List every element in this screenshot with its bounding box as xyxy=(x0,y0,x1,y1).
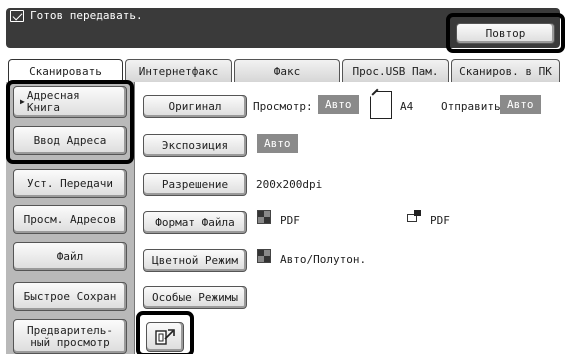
file-format-value-color: PDF xyxy=(280,214,300,227)
original-button[interactable]: Оригинал xyxy=(143,95,247,118)
mono-format-icon xyxy=(407,210,421,222)
file-format-button[interactable]: Формат Файла xyxy=(143,211,247,234)
address-book-label: Адресная Книга xyxy=(26,89,80,114)
file-button[interactable]: Файл xyxy=(13,242,127,271)
preview-label-line2: ный просмотр xyxy=(30,335,110,349)
repeat-button[interactable]: Повтор xyxy=(456,23,555,44)
send-settings-button[interactable]: Уст. Передачи xyxy=(13,169,127,198)
tab-scan-to-pc[interactable]: Сканиров. в ПК xyxy=(451,59,560,82)
color-format-icon xyxy=(257,210,271,224)
quick-save-button[interactable]: Быстрое Сохран xyxy=(13,282,127,311)
special-modes-button[interactable]: Особые Режимы xyxy=(143,286,247,309)
preview-text: Просмотр: xyxy=(253,100,313,113)
color-mode-icon xyxy=(257,249,271,263)
resolution-button[interactable]: Разрешение xyxy=(143,173,247,196)
arrow-right-icon: ▶ xyxy=(20,97,25,106)
send-value-badge: Авто xyxy=(500,95,541,114)
address-book-button[interactable]: ▶ Адресная Книга xyxy=(13,86,127,118)
preview-value-badge: Авто xyxy=(318,95,359,114)
status-text: Готов передавать. xyxy=(30,9,143,22)
color-mode-button[interactable]: Цветной Режим xyxy=(143,249,247,272)
tab-usb-memory[interactable]: Прос.USB Пам. xyxy=(342,59,449,82)
send-text: Отправить xyxy=(441,100,501,113)
paper-size: A4 xyxy=(400,100,414,113)
exposure-button[interactable]: Экспозиция xyxy=(143,134,247,157)
page-orientation-icon xyxy=(369,90,392,119)
tab-fax[interactable]: Факс xyxy=(234,59,340,82)
color-mode-value: Авто/Полутон. xyxy=(280,253,367,266)
document-export-icon xyxy=(155,329,175,345)
exposure-value-badge: Авто xyxy=(257,134,298,153)
preview-button[interactable]: Предваритель- ный просмотр xyxy=(13,319,127,354)
tab-scan[interactable]: Сканировать xyxy=(8,59,123,83)
address-entry-button[interactable]: Ввод Адреса xyxy=(13,126,127,155)
file-format-value-mono: PDF xyxy=(430,214,450,227)
scan-preview-button[interactable] xyxy=(146,322,184,352)
tab-internet-fax[interactable]: Интернетфакс xyxy=(125,59,232,82)
preview-label-line1: Предваритель- xyxy=(26,323,114,337)
mail-icon xyxy=(10,10,24,22)
resolution-value: 200x200dpi xyxy=(256,178,323,191)
view-addresses-button[interactable]: Просм. Адресов xyxy=(13,205,127,234)
